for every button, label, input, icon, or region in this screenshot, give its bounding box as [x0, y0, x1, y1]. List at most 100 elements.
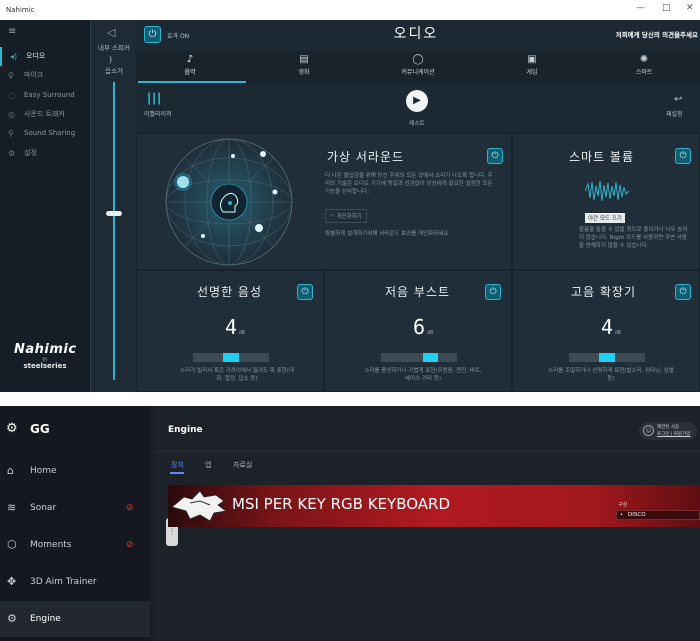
share-icon: ⚲ [8, 129, 14, 138]
page-title: 오디오 [393, 26, 439, 42]
tracker-icon: ◎ [8, 110, 15, 119]
tab-communication[interactable]: ◯ 커뮤니케이션 [364, 53, 472, 83]
voice-clarity-power-button[interactable]: ⏻ [297, 284, 313, 300]
avatar-icon: ☺ [643, 425, 654, 436]
tab-apps[interactable]: 앱 [205, 460, 211, 470]
treble-boost-power-button[interactable]: ⏻ [675, 284, 691, 300]
voice-clarity-value: 4 dB [225, 315, 246, 339]
bass-boost-power-button[interactable]: ⏻ [485, 284, 501, 300]
treble-boost-title: 고음 확장기 [571, 285, 637, 299]
volume-icon: ) [109, 55, 113, 64]
sidebar-item-settings[interactable]: ⚙ 설정 [0, 144, 90, 163]
sidebar-item-sonar[interactable]: ≋ Sonar ⊘ [0, 490, 150, 526]
sidebar-item-home[interactable]: ⌂ Home [0, 453, 150, 489]
tab-music[interactable]: ♪ 음악 [136, 53, 244, 83]
volume-column: ◁ 내부 스피커 ) 음소거 [90, 20, 136, 392]
main-content: ⏻ 효과 ON 오디오 저희에게 당신의 의견을주세요 ♪ 음악 ▤ 영화 ◯ … [136, 20, 700, 392]
sidebar-item-audio[interactable]: ◂) 오디오 [0, 47, 90, 66]
speaker-icon: ◂) [10, 52, 18, 61]
surround-icon: ◌ [8, 91, 15, 100]
minimize-button[interactable]: — [636, 3, 645, 13]
volume-slider-handle[interactable] [106, 211, 122, 217]
smart-volume-description: 볼륨을 들을 수 없을 정도로 줄이거나 너무 높여지 않습니다. Night … [579, 227, 688, 249]
voice-clarity-slider[interactable] [193, 353, 269, 362]
gg-sidebar: ⚙ GG ⌂ Home ≋ Sonar ⊘ ⬡ Moments ⊘ ✥ 3D A… [0, 406, 150, 641]
smart-volume-title: 스마트 볼륨 [569, 150, 635, 164]
sidebar-item-easy-surround[interactable]: ◌ Easy Surround [0, 86, 90, 105]
close-button[interactable]: ✕ [686, 3, 694, 13]
nahimic-logo: Nahimic BY steelseries [14, 342, 77, 370]
treble-boost-slider[interactable] [569, 353, 645, 362]
virtual-surround-panel: 가상 서라운드 ⏻ 더 나은 몰입감을 위해 당신 주위의 모든 곳에서 소리가… [136, 133, 512, 270]
title-bar: Nahimic — □ ✕ [0, 0, 700, 20]
sidebar-item-3d-aim-trainer[interactable]: ✥ 3D Aim Trainer [0, 564, 150, 600]
config-dot-icon: • [620, 512, 623, 518]
mute-label[interactable]: 음소거 [94, 65, 134, 75]
test-label: 테스트 [409, 121, 425, 127]
user-account-button[interactable]: ☺ 제한된 사용 로그인 | 회원가입 [639, 422, 697, 440]
smart-volume-panel: 스마트 볼륨 ⏻ 야간 모드 끄기 볼륨을 들을 수 없을 정도로 줄이거나 너… [512, 133, 700, 270]
page-title: Engine [168, 425, 203, 435]
bass-boost-panel: 저음 부스트 ⏻ 6 dB 소리를 풍성하거나 가볍게 표현(우렁음, 엔진, 비… [324, 270, 512, 392]
surround-sphere-graphic [165, 138, 293, 266]
device-label[interactable]: 내부 스피커 [94, 42, 134, 52]
tab-movie[interactable]: ▤ 영화 [250, 53, 358, 83]
voice-clarity-description: 소리가 빌리서 혹은 가까이에서 들려도 목 표현(대화, 협정, 답소 등) [180, 368, 294, 382]
login-link[interactable]: 로그인 | 회원가입 [657, 431, 690, 437]
sonar-icon: ≋ [7, 501, 17, 514]
effect-on-label: 효과 ON [167, 33, 190, 40]
active-tab-indicator [138, 81, 246, 83]
app-title: GG [30, 422, 50, 436]
virtual-surround-note: 특별하게 설계하기위해 서라운드 효과를 개인화하세요 [325, 231, 449, 237]
tab-library[interactable]: 자료실 [233, 460, 252, 470]
user-name: 제한된 사용 [657, 425, 680, 430]
virtual-surround-description: 더 나은 몰입감을 위해 당신 주위의 모든 곳에서 소리가 나도록 합니다. … [325, 173, 493, 195]
slider-fill [599, 353, 615, 362]
sidebar-item-moments[interactable]: ⬡ Moments ⊘ [0, 527, 150, 563]
mic-icon: ♀ [8, 71, 14, 80]
test-play-button[interactable]: ▶ [406, 90, 428, 112]
treble-boost-panel: 고음 확장기 ⏻ 4 dB 소리를 조밀하거나 선명하게 표현(발소리, 위타닝,… [512, 270, 700, 392]
hamburger-menu-icon[interactable]: ≡ [8, 26, 16, 37]
reset-icon[interactable]: ↩ [674, 94, 682, 105]
bass-boost-slider[interactable] [381, 353, 457, 362]
headset-off-icon: ⊘ [126, 503, 134, 513]
voice-clarity-title: 선명한 음성 [197, 285, 263, 299]
window-title: Nahimic [6, 6, 35, 14]
feedback-link[interactable]: 저희에게 당신의 의견을주세요 [566, 29, 698, 39]
personalize-button[interactable]: ◠ 개인화하기 [325, 209, 367, 223]
effect-power-button[interactable]: ⏻ [144, 26, 161, 43]
sidebar-item-sound-tracker[interactable]: ◎ 사운드 트래커 [0, 105, 90, 124]
slider-fill [223, 353, 239, 362]
night-mode-button[interactable]: 야간 모드 끄기 [585, 213, 625, 223]
config-select[interactable]: • DISCO [616, 510, 700, 520]
bass-boost-title: 저음 부스트 [385, 285, 451, 299]
sidebar-item-mic[interactable]: ♀ 마이크 [0, 66, 90, 85]
tab-smart[interactable]: ✺ 스마트 [590, 53, 698, 83]
sidebar-item-engine[interactable]: ⚙ Engine [0, 601, 150, 637]
tab-devices[interactable]: 장치 [171, 460, 184, 470]
device-name: MSI PER KEY RGB KEYBOARD [232, 495, 450, 513]
chat-icon: ◯ [412, 54, 424, 65]
equalizer-label[interactable]: 이퀄라이저 [144, 109, 172, 118]
equalizer-icon[interactable]: ┃┃┃ [146, 94, 162, 105]
nahimic-window: Nahimic — □ ✕ ≡ ◂) 오디오 ♀ 마이크 ◌ Easy Surr… [0, 0, 700, 392]
waveform-icon [585, 180, 629, 202]
slider-fill [422, 353, 438, 362]
virtual-surround-power-button[interactable]: ⏻ [487, 148, 503, 164]
volume-slider-track[interactable] [113, 82, 115, 380]
smart-volume-power-button[interactable]: ⏻ [675, 148, 691, 164]
music-note-icon: ♪ [186, 54, 194, 65]
gear-icon: ⚙ [8, 149, 16, 158]
smart-icon: ✺ [639, 54, 649, 65]
device-card[interactable]: MSI PER KEY RGB KEYBOARD 구성 • DISCO [168, 485, 700, 527]
header-divider [155, 451, 700, 452]
sidebar-item-sound-sharing[interactable]: ⚲ Sound Sharing [0, 124, 90, 143]
treble-boost-value: 4 dB [601, 315, 622, 339]
voice-clarity-panel: 선명한 음성 ⏻ 4 dB 소리가 빌리서 혹은 가까이에서 들려도 목 표현(대… [136, 270, 324, 392]
tab-game[interactable]: ▣ 게임 [478, 53, 586, 83]
bass-boost-description: 소리를 풍성하거나 가볍게 표현(우렁음, 엔진, 비트, 베이스 기타 등) [364, 368, 482, 382]
reset-label[interactable]: 재설정 [666, 109, 683, 118]
maximize-button[interactable]: □ [662, 3, 671, 13]
gamepad-icon: ▣ [527, 54, 537, 65]
